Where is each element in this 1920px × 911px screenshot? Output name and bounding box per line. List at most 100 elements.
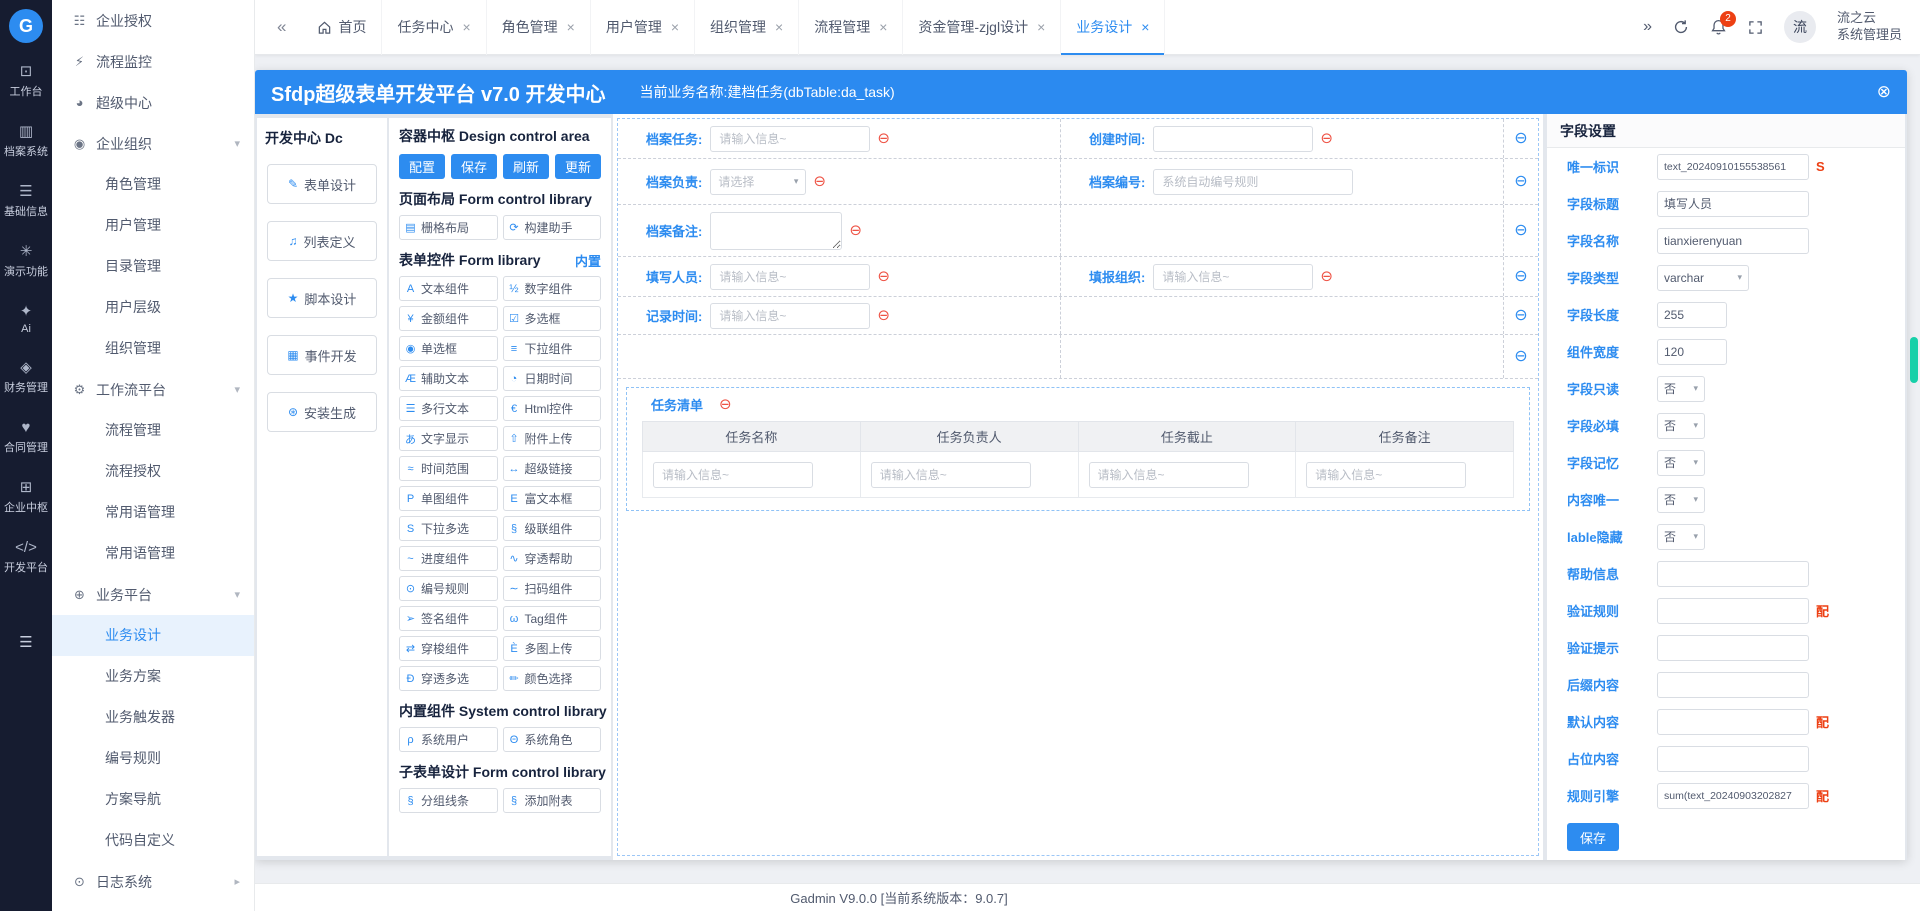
sidebar-item-numbering-rules[interactable]: 编号规则: [52, 738, 254, 779]
rail-item-dev-platform[interactable]: </> 开发平台: [4, 539, 48, 575]
vertical-scrollbar-thumb[interactable]: [1910, 337, 1918, 383]
configure-link[interactable]: 配: [1816, 712, 1829, 731]
control-build-assistant[interactable]: ⟳ 构建助手: [503, 215, 602, 240]
tab-close-icon[interactable]: ×: [671, 20, 679, 34]
remove-row-icon[interactable]: ⊖: [1514, 308, 1527, 324]
control-signature[interactable]: ➢ 签名组件: [399, 606, 498, 631]
control-sys-user[interactable]: ρ 系统用户: [399, 727, 498, 752]
required-select[interactable]: 否▾: [1657, 413, 1705, 439]
field-title-input[interactable]: [1657, 191, 1809, 217]
modal-close-icon[interactable]: ⊗: [1877, 82, 1891, 102]
remove-field-icon[interactable]: ⊖: [877, 269, 890, 284]
tab-process-mgmt[interactable]: 流程管理 ×: [799, 0, 903, 55]
tab-fund-mgmt[interactable]: 资金管理-zjgl设计 ×: [903, 0, 1061, 55]
control-richtext[interactable]: E 富文本框: [503, 486, 602, 511]
sidebar-item-enterprise-org[interactable]: ◉ 企业组织 ▾: [52, 123, 254, 164]
sidebar-item-user-level[interactable]: 用户层级: [52, 287, 254, 328]
canvas-field-fill-org[interactable]: 填报组织:⊖: [1061, 257, 1504, 296]
help-info-input[interactable]: [1657, 561, 1809, 587]
sidebar-item-log-system[interactable]: ⊙ 日志系统 ▸: [52, 861, 254, 902]
rail-item-contract-mgmt[interactable]: ♥ 合同管理: [4, 419, 48, 455]
rail-item-base-info[interactable]: ☰ 基础信息: [4, 183, 48, 219]
subtable-input-4[interactable]: [1306, 462, 1466, 488]
canvas-field-record-time[interactable]: 记录时间:⊖: [618, 297, 1061, 334]
da-remark-textarea[interactable]: [710, 212, 842, 250]
control-penetrate-help[interactable]: ∿ 穿透帮助: [503, 546, 602, 571]
remove-field-icon[interactable]: ⊖: [877, 308, 890, 323]
canvas-field-da-remark[interactable]: 档案备注:⊖: [618, 205, 1061, 256]
unique-content-select[interactable]: 否▾: [1657, 487, 1705, 513]
control-single-image[interactable]: P 单图组件: [399, 486, 498, 511]
remove-row-icon[interactable]: ⊖: [1514, 349, 1527, 365]
control-helper-text[interactable]: Æ 辅助文本: [399, 366, 498, 391]
control-multiline[interactable]: ☰ 多行文本: [399, 396, 498, 421]
placeholder-content-input[interactable]: [1657, 746, 1809, 772]
record-time-input[interactable]: [710, 303, 870, 329]
tab-close-icon[interactable]: ×: [775, 20, 783, 34]
control-color-picker[interactable]: ✏ 颜色选择: [503, 666, 602, 691]
sidebar-item-user-mgmt[interactable]: 用户管理: [52, 205, 254, 246]
rail-item-enterprise-hub[interactable]: ⊞ 企业中枢: [4, 479, 48, 515]
remove-row-icon[interactable]: ⊖: [1514, 223, 1527, 239]
remove-field-icon[interactable]: ⊖: [1320, 131, 1333, 146]
remove-subtable-icon[interactable]: ⊖: [719, 397, 732, 412]
control-hyperlink[interactable]: ↔ 超级链接: [503, 456, 602, 481]
sidebar-item-process-mgmt[interactable]: 流程管理: [52, 410, 254, 451]
remove-row-icon[interactable]: ⊖: [1514, 131, 1527, 147]
control-amount[interactable]: ¥ 金额组件: [399, 306, 498, 331]
canvas-field-create-time[interactable]: 创建时间:⊖: [1061, 119, 1504, 158]
control-radio[interactable]: ◉ 单选框: [399, 336, 498, 361]
unique-id-input[interactable]: [1657, 154, 1809, 180]
field-save-button[interactable]: 保存: [1567, 823, 1619, 851]
rail-item-archive-system[interactable]: ▥ 档案系统: [4, 123, 48, 159]
valid-tip-input[interactable]: [1657, 635, 1809, 661]
rail-item-finance-mgmt[interactable]: ◈ 财务管理: [4, 359, 48, 395]
rail-item-workbench[interactable]: ⊡ 工作台: [4, 63, 48, 99]
tab-home[interactable]: 首页: [302, 0, 382, 55]
control-dropdown[interactable]: ≡ 下拉组件: [503, 336, 602, 361]
sidebar-item-process-auth[interactable]: 流程授权: [52, 451, 254, 492]
control-scan-code[interactable]: ∼ 扫码组件: [503, 576, 602, 601]
tab-role-mgmt[interactable]: 角色管理 ×: [487, 0, 591, 55]
sidebar-item-phrases-mgmt-2[interactable]: 常用语管理: [52, 533, 254, 574]
control-sys-role[interactable]: Θ 系统角色: [503, 727, 602, 752]
remove-field-icon[interactable]: ⊖: [813, 174, 826, 189]
refresh-icon[interactable]: [1673, 19, 1689, 35]
control-grid-layout[interactable]: ▤ 栅格布局: [399, 215, 498, 240]
canvas-field-fill-person[interactable]: 填写人员:⊖: [618, 257, 1061, 296]
user-info[interactable]: 流之云 系统管理员: [1837, 10, 1902, 44]
control-attachment-upload[interactable]: ⇧ 附件上传: [503, 426, 602, 451]
rule-engine-input[interactable]: [1657, 783, 1809, 809]
label-hide-select[interactable]: 否▾: [1657, 524, 1705, 550]
control-group-line[interactable]: § 分组线条: [399, 788, 498, 813]
tab-close-icon[interactable]: ×: [1141, 20, 1149, 34]
control-number[interactable]: ½ 数字组件: [503, 276, 602, 301]
control-numbering-rule[interactable]: ⊙ 编号规则: [399, 576, 498, 601]
update-button[interactable]: 更新: [555, 154, 601, 179]
control-progress[interactable]: ~ 进度组件: [399, 546, 498, 571]
tab-close-icon[interactable]: ×: [879, 20, 887, 34]
menu-toggle-icon[interactable]: ☰: [19, 633, 32, 651]
sidebar-item-plan-nav[interactable]: 方案导航: [52, 779, 254, 820]
sidebar-item-workflow-platform[interactable]: ⚙ 工作流平台 ▾: [52, 369, 254, 410]
canvas-field-da-number[interactable]: 档案编号:: [1061, 159, 1504, 204]
sidebar-item-enterprise-auth[interactable]: ☷ 企业授权: [52, 0, 254, 41]
control-text-display[interactable]: あ 文字显示: [399, 426, 498, 451]
dev-item-form-design[interactable]: ✎ 表单设计: [267, 164, 377, 204]
builtin-link[interactable]: 内置: [575, 251, 601, 270]
create-time-input[interactable]: [1153, 126, 1313, 152]
tab-close-icon[interactable]: ×: [567, 20, 575, 34]
control-penetrate-multi[interactable]: Ð 穿透多选: [399, 666, 498, 691]
tab-org-mgmt[interactable]: 组织管理 ×: [695, 0, 799, 55]
fill-person-input[interactable]: [710, 264, 870, 290]
control-tag[interactable]: ω Tag组件: [503, 606, 602, 631]
tab-user-mgmt[interactable]: 用户管理 ×: [591, 0, 695, 55]
sidebar-item-code-custom[interactable]: 代码自定义: [52, 820, 254, 861]
remove-field-icon[interactable]: ⊖: [849, 223, 862, 238]
rail-item-ai[interactable]: ✦ Ai: [4, 303, 48, 335]
control-transfer[interactable]: ⇄ 穿梭组件: [399, 636, 498, 661]
da-number-input[interactable]: [1153, 169, 1353, 195]
avatar[interactable]: 流: [1784, 11, 1816, 43]
sidebar-item-business-plan[interactable]: 业务方案: [52, 656, 254, 697]
tab-close-icon[interactable]: ×: [1037, 20, 1045, 34]
